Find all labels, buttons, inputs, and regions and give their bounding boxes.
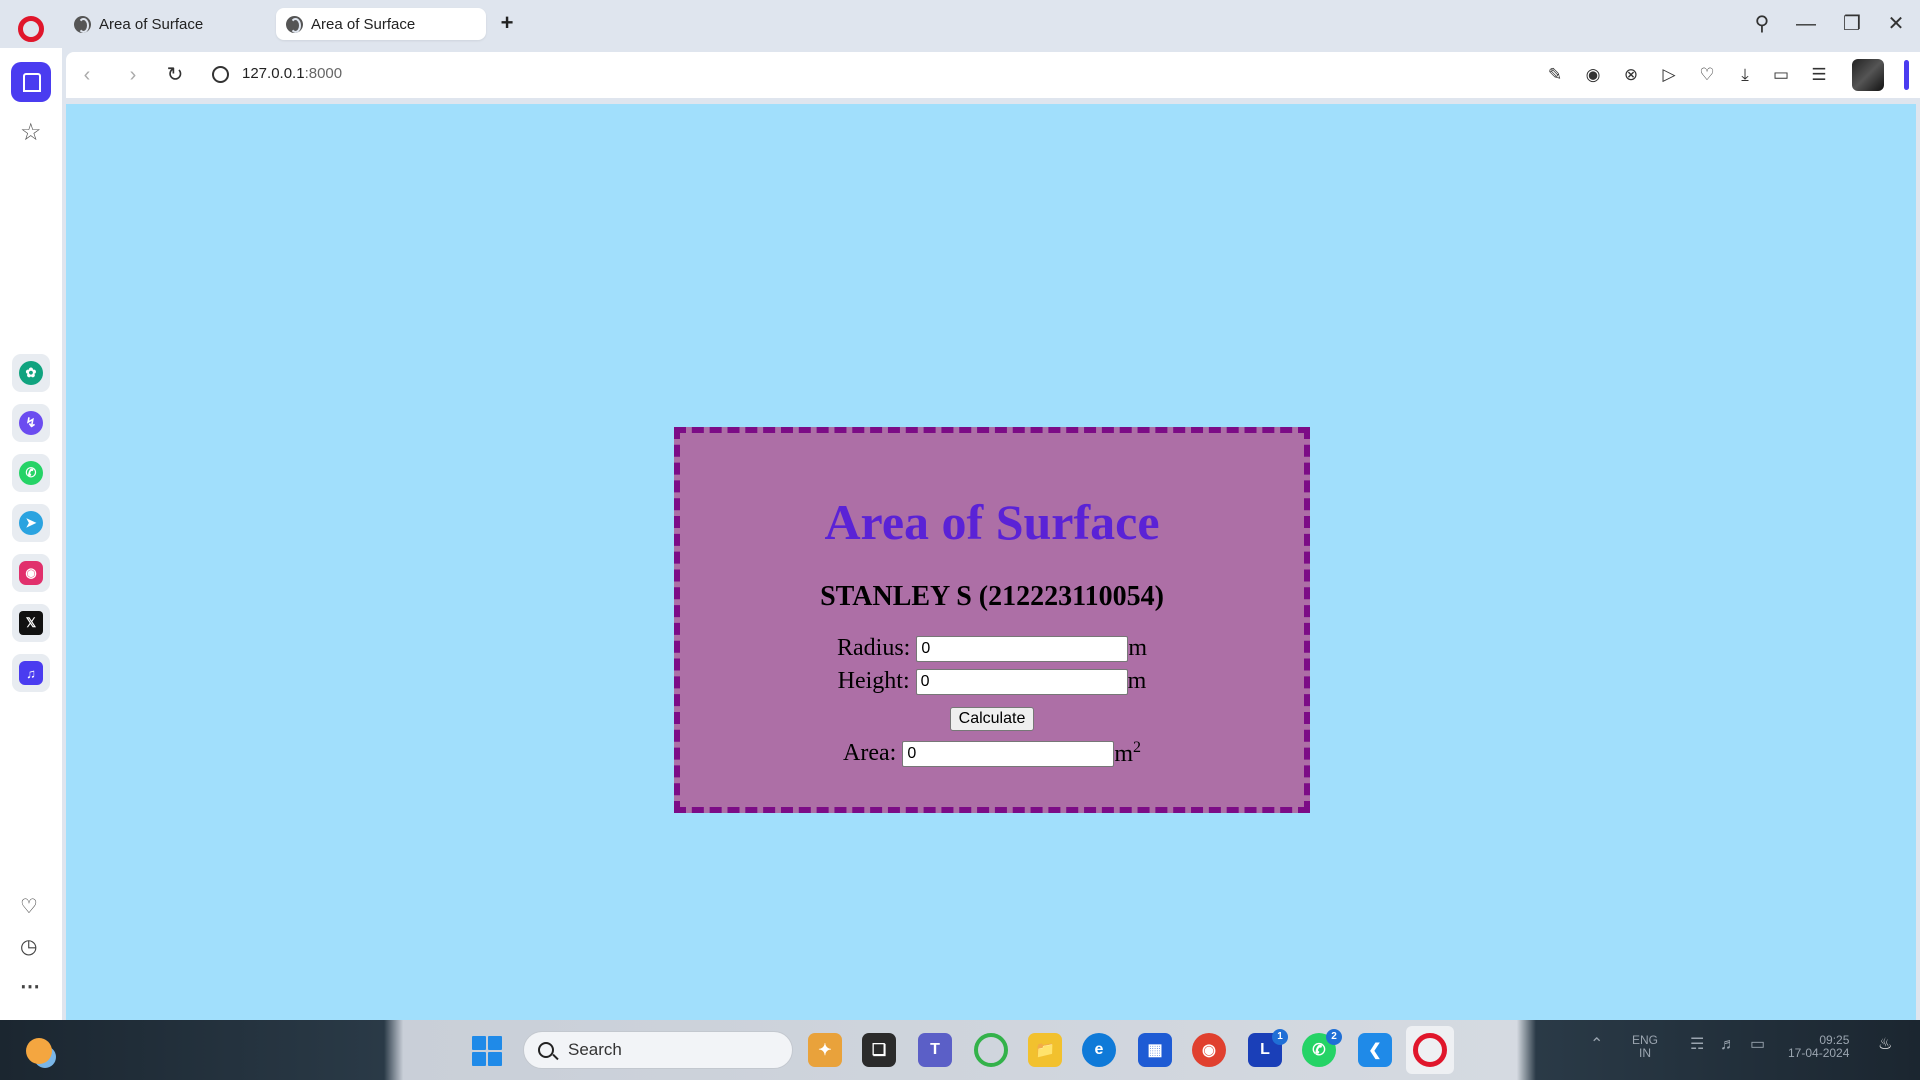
area-output[interactable] xyxy=(902,740,1115,767)
whatsapp-icon: ✆ xyxy=(19,461,43,485)
back-button[interactable]: ‹ xyxy=(74,62,100,88)
whatsapp-badge: 2 xyxy=(1326,1029,1342,1045)
url-port: :8000 xyxy=(304,65,343,82)
l-app-badge: 1 xyxy=(1272,1029,1288,1045)
battery-tray-icon[interactable]: ▭ xyxy=(1750,1037,1765,1053)
store-icon[interactable]: ▦ xyxy=(1138,1033,1172,1067)
clock-date: 17-04-2024 xyxy=(1788,1046,1850,1060)
height-label: Height: xyxy=(837,668,910,694)
tab-area-of-surface-2[interactable]: Area of Surface xyxy=(276,8,486,40)
teams-icon[interactable]: T xyxy=(918,1033,952,1067)
surface-area-form: Area of Surface STANLEY S (212223110054)… xyxy=(674,427,1310,813)
easy-setup-icon[interactable]: ☰ xyxy=(1808,64,1830,86)
messenger-icon: ↯ xyxy=(19,411,43,435)
camera-icon[interactable]: ◉ xyxy=(1582,64,1604,86)
file-explorer-icon[interactable]: 📁 xyxy=(1028,1033,1062,1067)
taskbar-search[interactable]: Search xyxy=(523,1031,793,1069)
history-icon[interactable]: ◷ xyxy=(20,934,37,959)
radius-label: Radius: xyxy=(836,635,911,661)
vscode-icon[interactable]: ❮ xyxy=(1358,1033,1392,1067)
site-info-icon[interactable] xyxy=(212,66,229,83)
more-icon[interactable]: ⋯ xyxy=(20,974,40,999)
heart-icon[interactable]: ♡ xyxy=(20,894,38,919)
home-icon[interactable] xyxy=(11,62,51,102)
download-icon[interactable]: ⤓ xyxy=(1734,64,1756,86)
url-field[interactable]: 127.0.0.1:8000 xyxy=(242,65,342,82)
notification-bell-icon[interactable]: ♨ xyxy=(1878,1037,1892,1053)
speed-dial-icon[interactable]: ☆ xyxy=(20,118,42,147)
radius-unit: m xyxy=(1128,635,1147,661)
search-label: Search xyxy=(568,1040,622,1059)
wifi-icon[interactable]: ☴ xyxy=(1690,1037,1704,1053)
restore-icon[interactable]: ❐ xyxy=(1838,10,1866,38)
start-button[interactable] xyxy=(472,1036,502,1066)
x-icon: 𝕏 xyxy=(19,611,43,635)
battery-icon[interactable]: ▭ xyxy=(1770,64,1792,86)
share-icon[interactable]: ✎ xyxy=(1544,64,1566,86)
music-icon: ♫ xyxy=(19,661,43,685)
sidebar-item-whatsapp[interactable]: ✆ xyxy=(12,454,50,492)
calculate-button[interactable]: Calculate xyxy=(949,707,1035,731)
edge-icon[interactable]: e xyxy=(1082,1033,1116,1067)
globe-icon xyxy=(286,15,303,33)
area-row: Area: m2 xyxy=(680,739,1304,768)
whatsapp-taskbar-icon[interactable]: ✆ 2 xyxy=(1302,1029,1342,1067)
sidebar-item-music[interactable]: ♫ xyxy=(12,654,50,692)
radius-row: Radius: m xyxy=(680,635,1304,662)
page-viewport: Area of Surface STANLEY S (212223110054)… xyxy=(66,104,1916,1020)
area-label: Area: xyxy=(843,740,897,766)
address-bar: ‹ › ↻ 127.0.0.1:8000 ✎ ◉ ⊗ ▷ ♡ ⤓ ▭ ☰ xyxy=(66,52,1920,98)
instagram-icon: ◉ xyxy=(19,561,43,585)
area-unit: m2 xyxy=(1114,739,1141,767)
taskbar: Search ✦ ❏ T 📁 e ▦ ◉ L1 ✆ 2 ❮ ⌃ ENG IN ☴ … xyxy=(0,1020,1920,1080)
forward-button[interactable]: › xyxy=(120,62,146,88)
student-name: STANLEY S (212223110054) xyxy=(820,581,1164,612)
chatgpt-icon: ✿ xyxy=(19,361,43,385)
sidebar: ☆ ✿ ↯ ✆ ➤ ◉ 𝕏 ♫ ♡ ◷ ⋯ xyxy=(0,48,62,1020)
opera-taskbar-icon[interactable] xyxy=(1413,1033,1447,1067)
page-title: Area of Surface xyxy=(824,494,1160,550)
tab-strip: Area of Surface Area of Surface + ⚲ — ❐ … xyxy=(0,0,1920,48)
bookmark-heart-icon[interactable]: ♡ xyxy=(1696,64,1718,86)
sidebar-item-x[interactable]: 𝕏 xyxy=(12,604,50,642)
search-icon xyxy=(538,1042,554,1058)
tray-chevron-icon[interactable]: ⌃ xyxy=(1590,1037,1603,1053)
radius-input[interactable] xyxy=(916,635,1129,662)
height-row: Height: m xyxy=(680,668,1304,695)
scrollbar-indicator[interactable] xyxy=(1904,60,1909,90)
l-app-icon[interactable]: L1 xyxy=(1248,1029,1288,1067)
copilot-icon[interactable]: ✦ xyxy=(808,1033,842,1067)
tab-title: Area of Surface xyxy=(311,15,416,33)
tab-area-of-surface-1[interactable]: Area of Surface xyxy=(64,8,269,40)
task-view-icon[interactable]: ❏ xyxy=(862,1033,896,1067)
profile-avatar[interactable] xyxy=(1852,59,1884,91)
sidebar-item-chatgpt[interactable]: ✿ xyxy=(12,354,50,392)
language-indicator[interactable]: ENG IN xyxy=(1632,1034,1658,1060)
sidebar-item-messenger[interactable]: ↯ xyxy=(12,404,50,442)
new-tab-button[interactable]: + xyxy=(495,12,519,36)
clock[interactable]: 09:25 17-04-2024 xyxy=(1788,1034,1849,1060)
height-input[interactable] xyxy=(915,668,1128,695)
url-host: 127.0.0.1 xyxy=(242,65,305,82)
send-icon[interactable]: ▷ xyxy=(1658,64,1680,86)
adblock-icon[interactable]: ⊗ xyxy=(1620,64,1642,86)
minimize-icon[interactable]: — xyxy=(1792,10,1820,38)
close-icon[interactable]: ✕ xyxy=(1882,10,1910,38)
weather-icon[interactable] xyxy=(26,1038,52,1064)
loading-app-icon[interactable] xyxy=(974,1033,1008,1067)
globe-icon xyxy=(74,15,91,33)
height-unit: m xyxy=(1127,668,1147,694)
reload-button[interactable]: ↻ xyxy=(162,62,188,88)
sidebar-item-instagram[interactable]: ◉ xyxy=(12,554,50,592)
sidebar-item-telegram[interactable]: ➤ xyxy=(12,504,50,542)
volume-icon[interactable]: ♬ xyxy=(1720,1037,1736,1053)
area-unit-exponent: 2 xyxy=(1132,739,1141,756)
opera-logo-icon[interactable] xyxy=(18,16,44,42)
telegram-icon: ➤ xyxy=(19,511,43,535)
search-tabs-icon[interactable]: ⚲ xyxy=(1748,10,1776,38)
tab-title: Area of Surface xyxy=(99,15,204,33)
chrome-icon[interactable]: ◉ xyxy=(1192,1033,1226,1067)
